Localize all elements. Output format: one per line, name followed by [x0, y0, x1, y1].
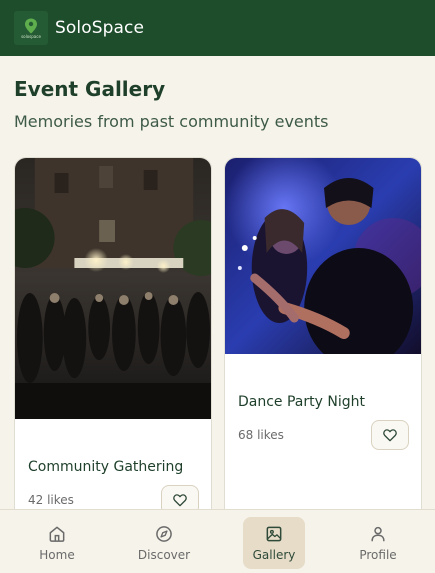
card-title: Dance Party Night [238, 394, 365, 410]
likes-count: 68 likes [238, 428, 284, 442]
likes-count: 42 likes [28, 493, 74, 507]
gallery-card-dance-party-night[interactable]: Dance Party Night 68 likes [224, 157, 422, 537]
nav-label: Profile [359, 548, 397, 562]
heart-icon [173, 494, 187, 507]
nav-label: Discover [137, 548, 191, 562]
nav-item-discover[interactable]: Discover [133, 517, 195, 569]
home-icon [49, 526, 65, 542]
like-button[interactable] [371, 420, 409, 450]
page-subtitle: Memories from past community events [14, 112, 329, 131]
event-photo[interactable] [225, 158, 421, 354]
bottom-nav: Home Discover Gallery Profile [0, 509, 435, 573]
user-icon [371, 526, 385, 542]
heart-icon [383, 429, 397, 442]
nav-label: Home [39, 548, 75, 562]
image-icon [266, 526, 282, 542]
logo-text: solospace [21, 33, 41, 39]
page-title: Event Gallery [14, 77, 166, 101]
card-title: Community Gathering [28, 459, 184, 475]
nav-label: Gallery [252, 548, 296, 562]
location-pin-icon [25, 18, 37, 33]
app-title: SoloSpace [55, 18, 145, 38]
photo-outdoor-crowd-icon [15, 158, 211, 419]
gallery-card-community-gathering[interactable]: Community Gathering 42 likes [14, 157, 212, 537]
event-photo[interactable] [15, 158, 211, 419]
nav-item-home[interactable]: Home [26, 517, 88, 569]
app-logo[interactable]: solospace [14, 11, 48, 45]
compass-icon [156, 526, 172, 542]
nav-item-profile[interactable]: Profile [347, 517, 409, 569]
app-header: solospace SoloSpace [0, 0, 435, 56]
nav-item-gallery[interactable]: Gallery [243, 517, 305, 569]
photo-dance-party-icon [225, 158, 421, 354]
